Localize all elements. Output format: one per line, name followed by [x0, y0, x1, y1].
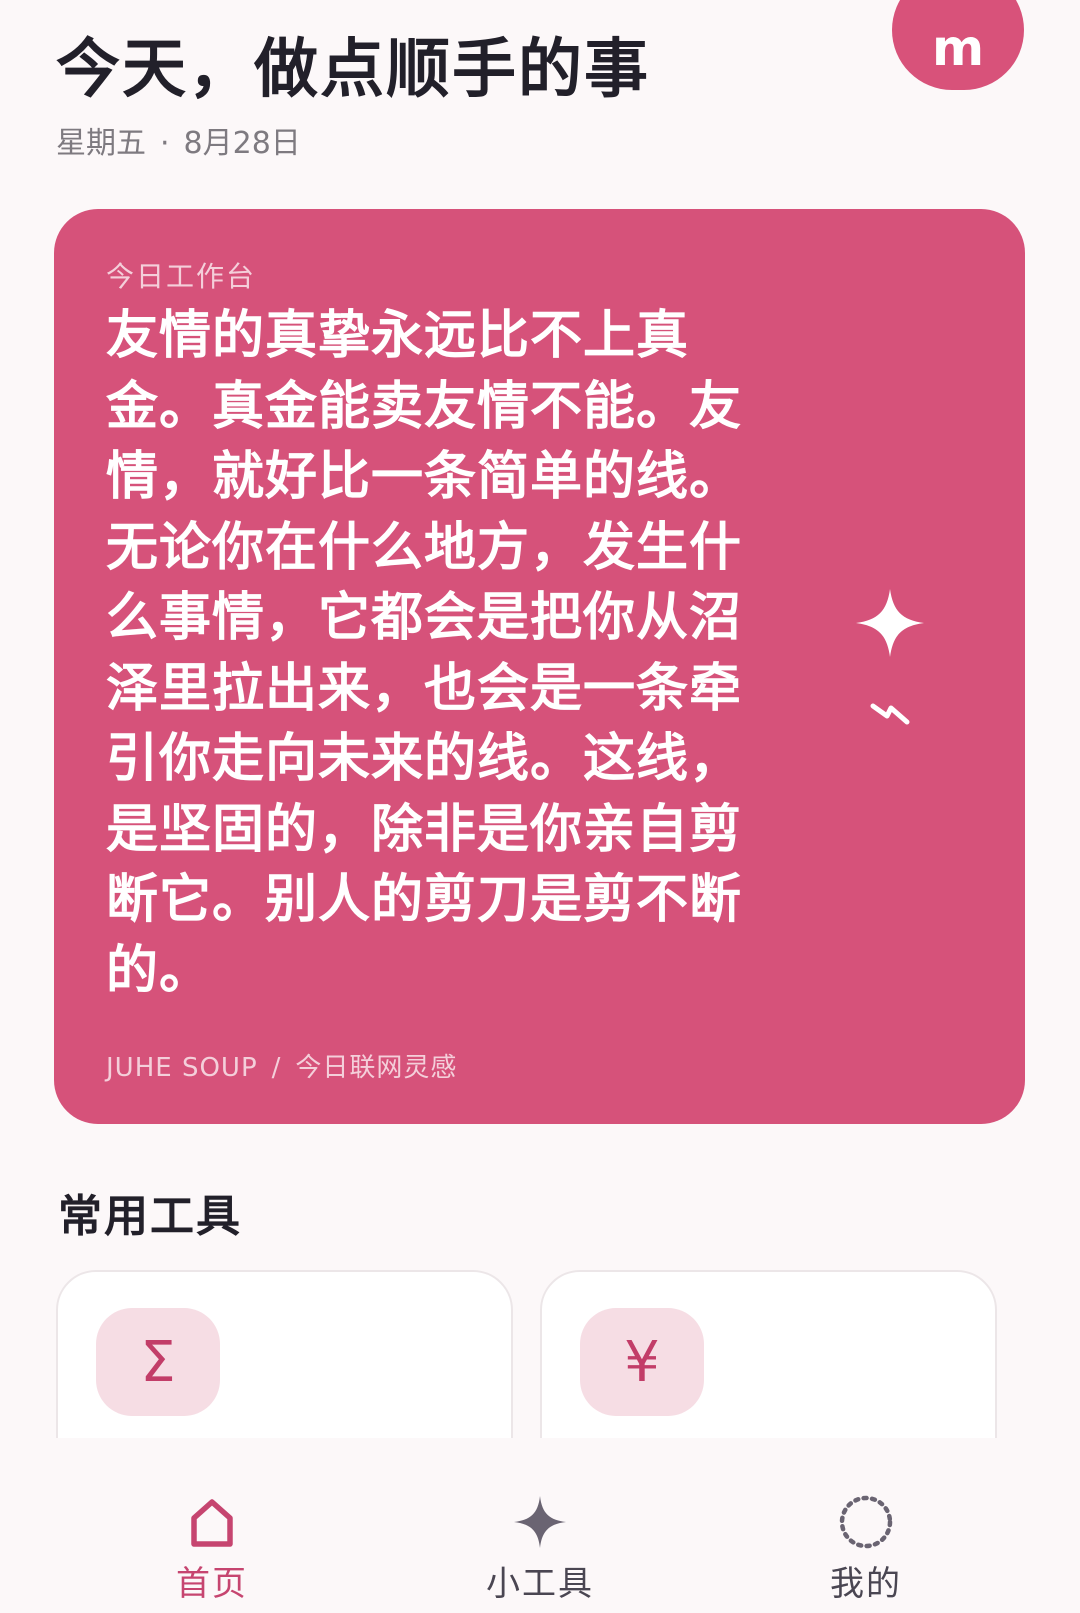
- quote-source: JUHE SOUP / 今日联网灵感: [106, 1047, 457, 1084]
- home-icon: [191, 1499, 233, 1547]
- nav-item-mine[interactable]: 我的: [766, 1438, 966, 1613]
- page-title: 今天，做点顺手的事: [56, 33, 650, 107]
- bolt-icon: [870, 703, 910, 725]
- nav-label-mine: 我的: [830, 1564, 902, 1604]
- date-separator: ·: [160, 126, 170, 161]
- sparkle-icon: [514, 1496, 566, 1548]
- tool-card-sum[interactable]: Σ: [56, 1270, 513, 1438]
- tool-card-yen[interactable]: ¥: [540, 1270, 997, 1438]
- avatar-letter: m: [931, 19, 985, 77]
- section-title-tools: 常用工具: [58, 1191, 242, 1242]
- weekday-text: 星期五: [56, 126, 146, 161]
- avatar[interactable]: m: [892, 0, 1024, 90]
- dotted-circle-icon: [839, 1495, 893, 1549]
- home-screen: 今天，做点顺手的事 m 星期五 · 8月28日 今日工作台 友情的真挚永远比不上真金…: [0, 0, 1080, 1613]
- nav-item-tools[interactable]: 小工具: [440, 1438, 640, 1613]
- source-brand: JUHE SOUP: [106, 1053, 258, 1083]
- daily-quote-card[interactable]: 今日工作台 友情的真挚永远比不上真金。真金能卖友情不能。友情，就好比一条简单的线…: [54, 209, 1025, 1124]
- home-scroll-area[interactable]: 今天，做点顺手的事 m 星期五 · 8月28日 今日工作台 友情的真挚永远比不上真金…: [0, 0, 1080, 1438]
- nav-label-home: 首页: [176, 1564, 248, 1604]
- quote-text: 友情的真挚永远比不上真金。真金能卖友情不能。友情，就好比一条简单的线。无论你在什…: [106, 306, 743, 1001]
- nav-label-tools: 小工具: [486, 1564, 594, 1604]
- sigma-icon: Σ: [96, 1308, 220, 1416]
- bottom-nav: 首页 小工具 我的: [0, 1438, 1080, 1613]
- card-label: 今日工作台: [106, 260, 257, 293]
- source-slash: /: [271, 1053, 282, 1083]
- date-line: 星期五 · 8月28日: [56, 118, 301, 162]
- source-desc: 今日联网灵感: [295, 1053, 458, 1083]
- date-text: 8月28日: [183, 126, 301, 161]
- sparkle-icon: [856, 589, 924, 657]
- yen-icon: ¥: [580, 1308, 704, 1416]
- nav-item-home[interactable]: 首页: [112, 1438, 312, 1613]
